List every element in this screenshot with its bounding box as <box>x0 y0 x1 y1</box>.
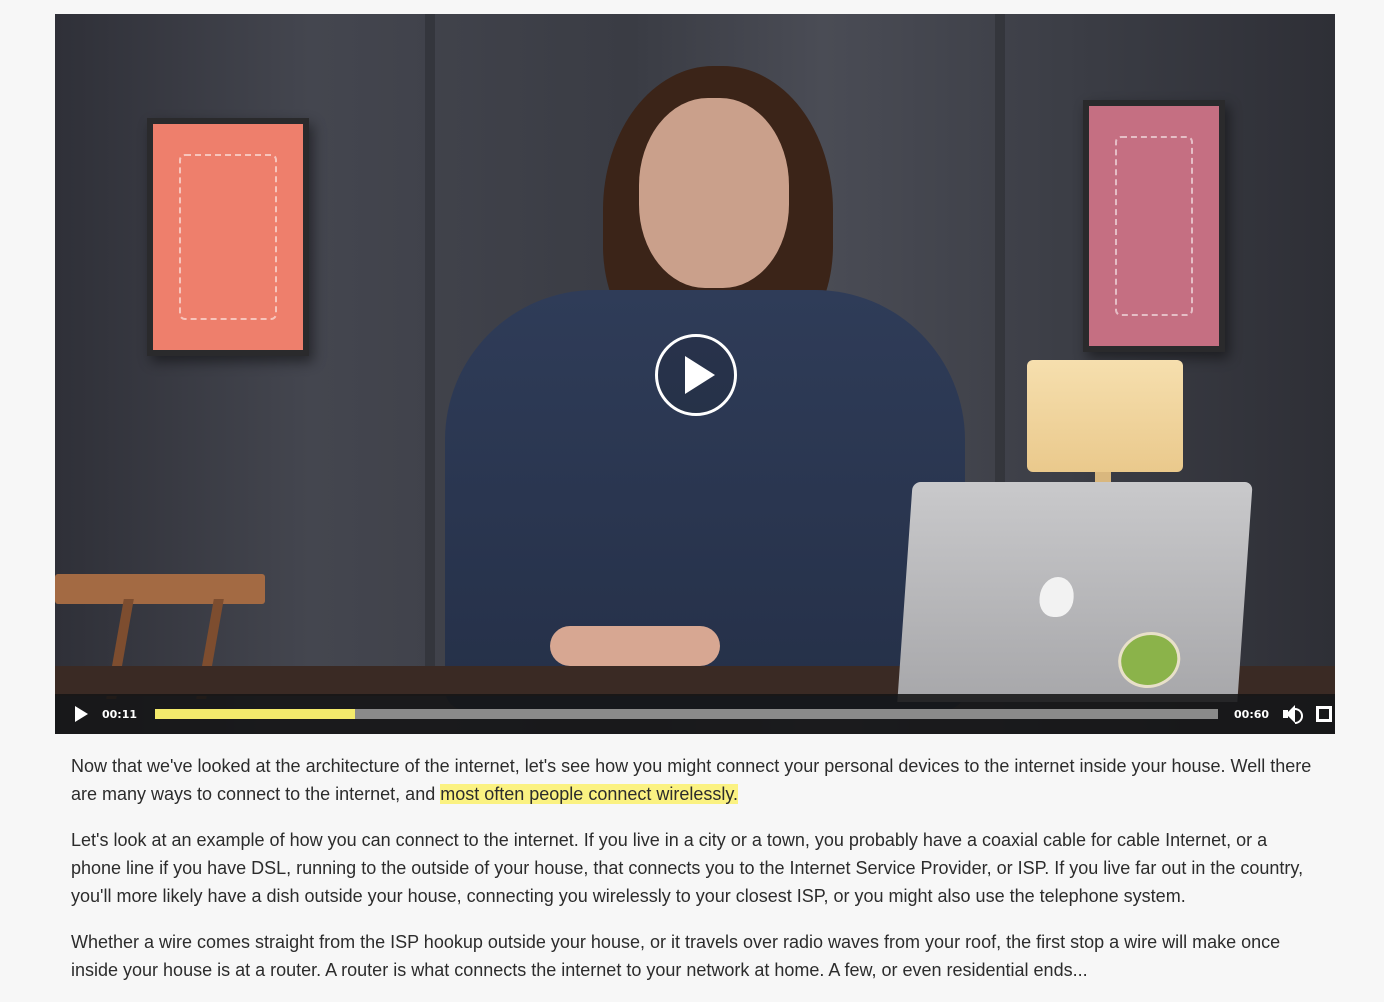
progress-bar[interactable] <box>155 709 1219 719</box>
frog-sticker-icon <box>1116 632 1183 688</box>
lamp <box>1027 360 1183 472</box>
big-play-button[interactable] <box>655 334 737 416</box>
wall-art-right <box>1083 100 1225 352</box>
current-time: 00:11 <box>102 707 138 721</box>
duration: 00:60 <box>1234 707 1270 721</box>
transcript-highlight: most often people connect wirelessly. <box>440 784 739 804</box>
play-circle-icon <box>685 356 715 394</box>
play-button[interactable] <box>75 706 88 722</box>
wall-panel-line <box>425 14 435 694</box>
presenter-face <box>639 98 789 288</box>
volume-icon[interactable] <box>1283 705 1304 724</box>
wall-art-left <box>147 118 309 356</box>
transcript: Now that we've looked at the architectur… <box>71 752 1321 1002</box>
apple-logo-icon <box>1038 577 1076 617</box>
fullscreen-icon[interactable] <box>1316 706 1333 722</box>
side-table <box>55 574 265 604</box>
laptop <box>897 482 1253 702</box>
transcript-paragraph: Now that we've looked at the architectur… <box>71 752 1321 808</box>
transcript-paragraph: Whether a wire comes straight from the I… <box>71 932 1281 980</box>
transcript-paragraph: Let's look at an example of how you can … <box>71 830 1304 906</box>
progress-fill <box>155 709 355 719</box>
video-controls: 00:11 00:60 <box>55 694 1335 734</box>
video-player[interactable]: 00:11 00:60 <box>55 14 1335 734</box>
presenter-hands <box>550 626 720 666</box>
